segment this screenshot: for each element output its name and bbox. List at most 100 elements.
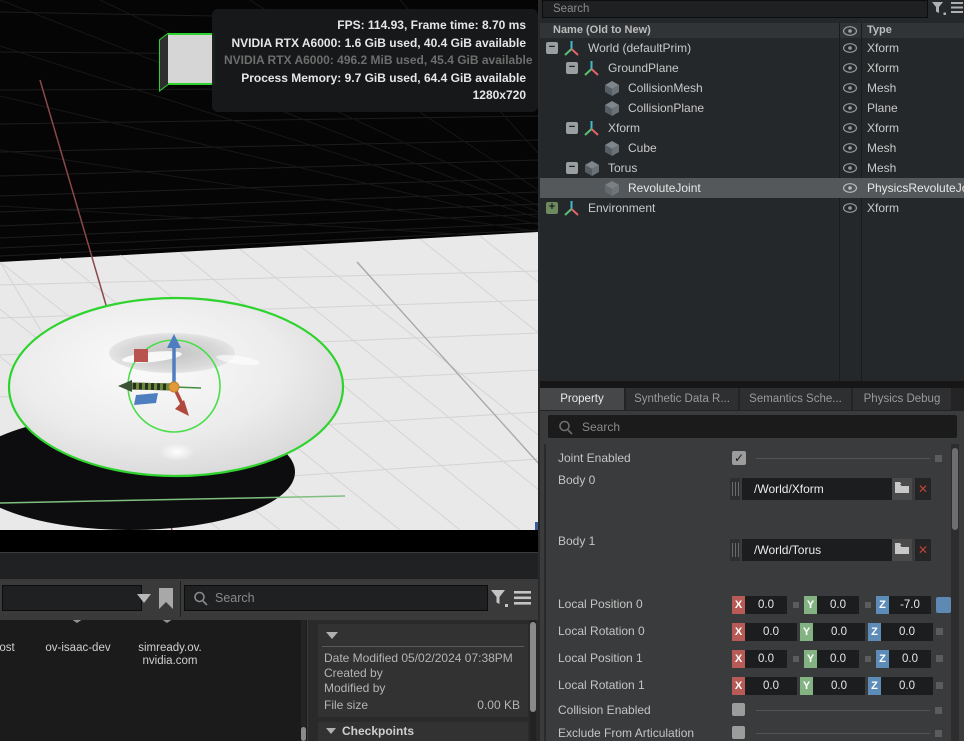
prim-label[interactable]: Xform bbox=[608, 121, 640, 135]
property-search-box[interactable] bbox=[548, 415, 957, 438]
options-menu-icon[interactable] bbox=[514, 591, 532, 606]
collapse-toggle-icon[interactable]: − bbox=[566, 62, 578, 74]
gizmo-center-handle bbox=[169, 382, 179, 392]
prim-label[interactable]: Environment bbox=[588, 201, 655, 215]
lp1-x-field[interactable]: 0.0 bbox=[745, 650, 787, 668]
file-item-ov-isaac-dev[interactable]: ov-isaac-dev bbox=[36, 642, 120, 655]
details-scrollbar-thumb[interactable] bbox=[530, 622, 536, 712]
eye-icon[interactable] bbox=[843, 203, 858, 213]
prim-label[interactable]: CollisionPlane bbox=[628, 101, 704, 115]
reset-default-indicator[interactable] bbox=[935, 730, 942, 737]
lr0-y-field[interactable]: 0.0 bbox=[813, 623, 865, 641]
stage-row-revolutejoint[interactable]: RevoluteJoint PhysicsRevoluteJoint bbox=[540, 178, 964, 198]
tab-physics-debug[interactable]: Physics Debug bbox=[853, 388, 951, 410]
collapse-toggle-icon[interactable]: − bbox=[566, 162, 578, 174]
lp0-x-field[interactable]: 0.0 bbox=[745, 596, 787, 614]
stage-row-collisionplane[interactable]: CollisionPlane Plane bbox=[540, 98, 964, 118]
viewport-3d[interactable]: FPS: 114.93, Frame time: 8.70 ms NVIDIA … bbox=[0, 0, 538, 530]
drag-handle-icon[interactable] bbox=[730, 539, 740, 561]
mesh-icon bbox=[604, 141, 620, 156]
stage-row-groundplane[interactable]: − GroundPlane Xform bbox=[540, 58, 964, 78]
prim-label[interactable]: CollisionMesh bbox=[628, 81, 703, 95]
stage-menu-icon[interactable] bbox=[951, 2, 964, 14]
eye-icon[interactable] bbox=[843, 83, 858, 93]
expand-toggle-icon[interactable]: + bbox=[546, 202, 558, 214]
drag-handle-icon[interactable] bbox=[730, 478, 740, 500]
stage-row-environment[interactable]: + Environment Xform bbox=[540, 198, 964, 218]
file-grid-scrollbar-thumb[interactable] bbox=[301, 727, 306, 741]
eye-icon[interactable] bbox=[843, 183, 858, 193]
property-scrollbar-thumb[interactable] bbox=[952, 448, 958, 530]
bookmark-icon[interactable] bbox=[158, 588, 174, 610]
browser-search-box[interactable] bbox=[184, 585, 488, 611]
path-dropdown-icon[interactable] bbox=[137, 594, 151, 603]
eye-icon[interactable] bbox=[843, 163, 858, 173]
exclude-from-articulation-checkbox[interactable] bbox=[732, 726, 745, 739]
filter-icon[interactable] bbox=[490, 589, 510, 609]
stage-filter-icon[interactable] bbox=[932, 2, 947, 16]
collapse-arrow-icon[interactable] bbox=[326, 632, 338, 639]
path-input[interactable] bbox=[2, 585, 142, 611]
prim-label[interactable]: World (defaultPrim) bbox=[588, 41, 691, 55]
stage-search-box[interactable] bbox=[542, 0, 928, 18]
modified-value-indicator[interactable] bbox=[936, 597, 951, 613]
stage-row-cube[interactable]: Cube Mesh bbox=[540, 138, 964, 158]
prim-label[interactable]: GroundPlane bbox=[608, 61, 679, 75]
prim-type: Xform bbox=[867, 41, 899, 55]
remove-target-button[interactable]: ✕ bbox=[915, 478, 931, 500]
folder-browse-button[interactable] bbox=[892, 478, 912, 500]
tab-semantics-schema[interactable]: Semantics Sche... bbox=[740, 388, 851, 410]
cube-mesh[interactable] bbox=[160, 34, 214, 90]
collision-enabled-checkbox[interactable] bbox=[732, 703, 745, 716]
prim-label[interactable]: Torus bbox=[608, 161, 637, 175]
collapse-toggle-icon[interactable]: − bbox=[546, 42, 558, 54]
tab-property[interactable]: Property bbox=[540, 388, 624, 410]
stage-row-collisionmesh[interactable]: CollisionMesh Mesh bbox=[540, 78, 964, 98]
reset-default-indicator[interactable] bbox=[935, 455, 942, 462]
remove-target-button[interactable]: ✕ bbox=[915, 539, 931, 561]
body0-target-field[interactable]: /World/Xform bbox=[742, 478, 902, 500]
lr1-x-field[interactable]: 0.0 bbox=[745, 677, 797, 695]
body1-target-field[interactable]: /World/Torus bbox=[742, 539, 902, 561]
property-search-input[interactable] bbox=[580, 417, 944, 437]
eye-icon[interactable] bbox=[843, 123, 858, 133]
lp1-z-field[interactable]: 0.0 bbox=[889, 650, 931, 668]
reset-default-indicator[interactable] bbox=[936, 628, 943, 635]
file-item-localhost[interactable]: ost bbox=[0, 642, 22, 655]
eye-icon[interactable] bbox=[843, 143, 858, 153]
lr1-z-field[interactable]: 0.0 bbox=[881, 677, 933, 695]
eye-icon[interactable] bbox=[843, 103, 858, 113]
file-grid[interactable]: ost ov-isaac-dev simready.ov. nvidia.com bbox=[0, 620, 307, 741]
reset-default-indicator[interactable] bbox=[935, 707, 942, 714]
stage-column-name[interactable]: Name (Old to New) bbox=[553, 24, 651, 36]
stage-search-input[interactable] bbox=[551, 1, 915, 17]
stage-row-world[interactable]: − World (defaultPrim) Xform bbox=[540, 38, 964, 58]
property-scrollbar-track[interactable] bbox=[951, 444, 959, 741]
reset-default-indicator[interactable] bbox=[936, 682, 943, 689]
checkpoints-section[interactable]: Checkpoints bbox=[318, 722, 528, 741]
eye-icon[interactable] bbox=[843, 63, 858, 73]
browser-search-input[interactable] bbox=[213, 588, 477, 608]
lp1-y-field[interactable]: 0.0 bbox=[817, 650, 859, 668]
lr1-y-field[interactable]: 0.0 bbox=[813, 677, 865, 695]
prim-label[interactable]: Cube bbox=[628, 141, 657, 155]
prim-label[interactable]: RevoluteJoint bbox=[628, 181, 701, 195]
eye-icon[interactable] bbox=[843, 43, 858, 53]
tab-synthetic-data[interactable]: Synthetic Data R... bbox=[626, 388, 738, 410]
lr0-x-field[interactable]: 0.0 bbox=[745, 623, 797, 641]
reset-default-indicator[interactable] bbox=[936, 655, 943, 662]
file-details-section: Date Modified 05/02/2024 07:38PM Created… bbox=[318, 624, 528, 717]
lr0-z-field[interactable]: 0.0 bbox=[881, 623, 933, 641]
joint-enabled-checkbox[interactable]: ✓ bbox=[732, 451, 746, 465]
lp0-z-field[interactable]: -7.0 bbox=[889, 596, 931, 614]
collapse-toggle-icon[interactable]: − bbox=[566, 122, 578, 134]
details-scrollbar-track[interactable] bbox=[530, 620, 536, 741]
stage-row-torus[interactable]: − Torus Mesh bbox=[540, 158, 964, 178]
stage-column-type[interactable]: Type bbox=[867, 24, 892, 36]
file-grid-scrollbar-track[interactable] bbox=[301, 620, 306, 741]
stage-row-xform[interactable]: − Xform Xform bbox=[540, 118, 964, 138]
lp0-y-field[interactable]: 0.0 bbox=[817, 596, 859, 614]
file-item-simready[interactable]: simready.ov. nvidia.com bbox=[128, 642, 212, 668]
body1-label: Body 1 bbox=[558, 534, 595, 548]
folder-browse-button[interactable] bbox=[892, 539, 912, 561]
